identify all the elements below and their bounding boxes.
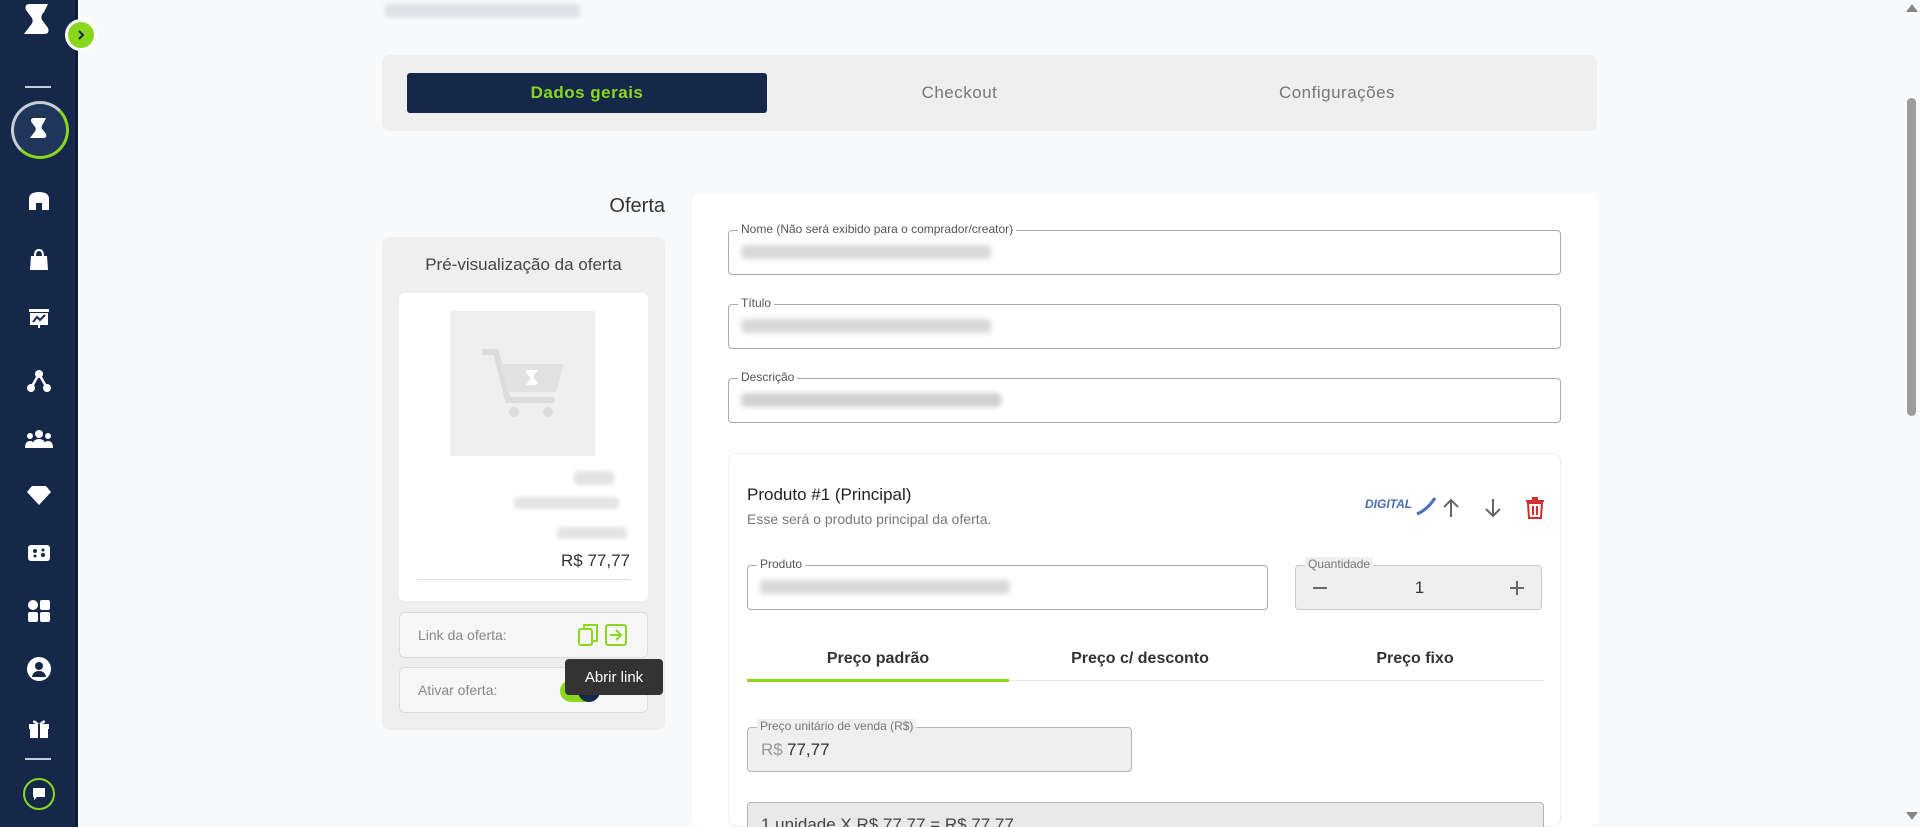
page-scrollbar[interactable]: [1902, 0, 1920, 827]
store-icon[interactable]: [24, 186, 54, 216]
trash-icon[interactable]: [1521, 494, 1549, 522]
gift-icon[interactable]: [24, 713, 54, 743]
arrow-up-icon[interactable]: [1437, 494, 1465, 522]
open-link-icon[interactable]: [604, 623, 628, 652]
sidebar-toggle-button[interactable]: [65, 19, 97, 51]
brand-mark-icon: [30, 118, 47, 138]
name-field-label: Nome (Não será exibido para o comprador/…: [738, 222, 1017, 236]
offer-link-label: Link da oferta:: [418, 627, 507, 643]
description-field-label: Descrição: [738, 370, 798, 384]
digital-badge-icon: [1416, 497, 1437, 516]
shopping-cart-icon: [481, 348, 564, 417]
tab-preco-padrao[interactable]: Preço padrão: [747, 650, 1009, 676]
product-subtitle: Esse será o produto principal da oferta.: [747, 511, 992, 527]
copy-icon[interactable]: [577, 623, 599, 652]
scroll-down-icon[interactable]: [1906, 812, 1918, 820]
offer-preview-card: Pré-visualização da oferta R$ 77,77 Link…: [382, 237, 665, 730]
tab-checkout[interactable]: Checkout: [787, 73, 1132, 113]
preview-blur-1: [574, 471, 614, 485]
brand-logo-icon[interactable]: [18, 0, 60, 44]
preview-price: R$ 77,77: [561, 551, 630, 570]
scroll-up-icon[interactable]: [1906, 4, 1918, 12]
product-block: Produto #1 (Principal) Esse será o produ…: [728, 453, 1561, 827]
chat-support-button[interactable]: [23, 778, 55, 810]
tab-dados-gerais[interactable]: Dados gerais: [407, 73, 767, 113]
section-title: Oferta: [609, 195, 665, 217]
price-summary: 1 unidade X R$ 77,77 = R$ 77,77: [747, 802, 1544, 827]
breadcrumb: [385, 4, 580, 18]
description-field-value: [741, 393, 1001, 407]
product-image-placeholder: [450, 311, 595, 456]
sidebar: [0, 0, 97, 827]
product-select-value: [760, 580, 1010, 594]
preview-blur-2: [514, 497, 619, 509]
preview-title: Pré-visualização da oferta: [425, 255, 622, 274]
title-field-value: [741, 319, 991, 333]
product-select[interactable]: Produto: [747, 557, 1268, 610]
tab-configuracoes[interactable]: Configurações: [1147, 73, 1527, 113]
chevron-right-icon: [78, 30, 85, 40]
dashboard-chart-icon[interactable]: [24, 303, 54, 333]
activate-offer-label: Ativar oferta:: [418, 682, 498, 698]
main-tabs: Dados gerais Checkout Configurações: [382, 55, 1597, 131]
user-avatar[interactable]: [11, 101, 69, 159]
tab-preco-desconto[interactable]: Preço c/ desconto: [1009, 650, 1271, 676]
digital-badge: DIGITAL: [1365, 494, 1437, 516]
product-select-label: Produto: [757, 557, 806, 571]
description-field[interactable]: Descrição: [728, 370, 1561, 423]
unit-price-field: Preço unitário de venda (R$) R$ 77,77: [747, 719, 1132, 772]
diamond-icon[interactable]: [24, 480, 54, 510]
name-field-value: [741, 245, 991, 259]
title-field-label: Título: [738, 296, 775, 310]
users-group-icon[interactable]: [24, 424, 54, 454]
currency-prefix: R$: [761, 740, 783, 759]
name-field[interactable]: Nome (Não será exibido para o comprador/…: [728, 222, 1561, 275]
title-field[interactable]: Título: [728, 296, 1561, 349]
quantity-stepper: Quantidade 1: [1295, 557, 1542, 610]
arrow-down-icon[interactable]: [1479, 494, 1507, 522]
affiliates-network-icon[interactable]: [24, 366, 54, 396]
chat-icon: [33, 788, 45, 800]
profile-icon[interactable]: [24, 654, 54, 684]
price-tab-active-indicator: [747, 679, 1009, 682]
unit-price-value: 77,77: [787, 740, 830, 759]
scrollbar-thumb[interactable]: [1907, 98, 1916, 416]
open-link-tooltip: Abrir link: [565, 659, 663, 695]
preview-content: R$ 77,77: [399, 293, 648, 601]
shopping-bag-icon[interactable]: [24, 245, 54, 275]
ticket-icon[interactable]: [24, 538, 54, 568]
tab-preco-fixo[interactable]: Preço fixo: [1284, 650, 1546, 676]
product-title: Produto #1 (Principal): [747, 485, 912, 504]
digital-badge-text: DIGITAL: [1365, 497, 1412, 512]
offer-link-box: Link da oferta:: [399, 612, 648, 658]
sidebar-divider: [25, 758, 51, 760]
plus-icon[interactable]: [1503, 574, 1531, 602]
sidebar-divider: [25, 86, 51, 88]
minus-icon[interactable]: [1306, 574, 1334, 602]
unit-price-label: Preço unitário de venda (R$): [757, 719, 917, 733]
preview-blur-3: [557, 527, 627, 539]
apps-grid-icon[interactable]: [24, 596, 54, 626]
quantity-label: Quantidade: [1305, 557, 1374, 571]
divider: [417, 579, 630, 580]
